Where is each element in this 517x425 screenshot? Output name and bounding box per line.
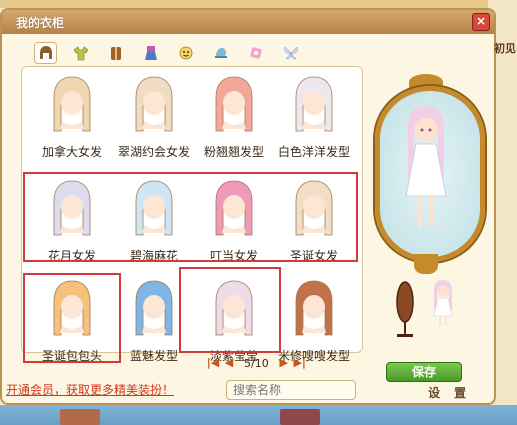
- highlight-box: [23, 273, 121, 363]
- game-background-bottom: [0, 405, 517, 425]
- tab-hair[interactable]: [34, 42, 57, 64]
- hair-item-label: 白色洋洋发型: [277, 145, 350, 159]
- avatar-preview: [405, 106, 447, 228]
- mirror-stand-icon: [396, 281, 414, 337]
- tab-coats[interactable]: [104, 42, 127, 64]
- hair-thumbnail: [295, 76, 333, 132]
- highlight-box: [23, 172, 358, 262]
- page-indicator: 5/10: [244, 356, 269, 370]
- house-decoration: [280, 409, 320, 425]
- tab-wings[interactable]: [279, 42, 302, 64]
- tab-tops[interactable]: [69, 42, 92, 64]
- close-icon: ×: [475, 14, 487, 28]
- shirt-icon: [73, 46, 88, 61]
- hair-item-label: 粉翘翘发型: [203, 145, 264, 159]
- hair-item[interactable]: 白色洋洋发型: [270, 71, 358, 159]
- wardrobe-window: 我的衣柜 × 加拿大女发 翠湖约会女发 粉翘翘发型 白色洋洋发型 花月女发 碧海…: [0, 8, 496, 405]
- item-grid-panel: 加拿大女发 翠湖约会女发 粉翘翘发型 白色洋洋发型 花月女发 碧海麻花 叮当女发 圣诞女发 圣诞…: [21, 66, 363, 363]
- hair-thumbnail: [215, 76, 253, 132]
- face-icon: [179, 46, 192, 60]
- hair-item[interactable]: 粉翘翘发型: [190, 71, 278, 159]
- hair-thumbnail: [135, 280, 173, 336]
- window-title: 我的衣柜: [16, 16, 65, 30]
- next-page-button[interactable]: ▶: [277, 357, 291, 369]
- hat-icon: [214, 48, 227, 58]
- hair-item-label: 加拿大女发: [41, 145, 102, 159]
- tab-faces[interactable]: [174, 42, 197, 64]
- hair-thumbnail: [295, 280, 333, 336]
- tab-dresses[interactable]: [139, 42, 162, 64]
- game-background-top: [0, 0, 517, 8]
- house-decoration: [60, 409, 100, 425]
- hair-icon: [39, 46, 52, 59]
- vip-promo-link[interactable]: 开通会员，获取更多精美装扮！: [6, 381, 174, 398]
- tab-accessories[interactable]: [244, 42, 267, 64]
- hair-thumbnail: [53, 76, 91, 132]
- wings-icon: [283, 46, 298, 60]
- close-button[interactable]: ×: [472, 13, 490, 31]
- dress-icon: [144, 46, 157, 60]
- mini-avatar: [433, 280, 453, 326]
- coat-icon: [110, 47, 121, 60]
- category-tabs: [34, 42, 314, 64]
- highlight-box: [179, 267, 281, 353]
- last-page-button[interactable]: ▶|: [293, 357, 307, 369]
- hair-item-label: 翠湖约会女发: [117, 145, 190, 159]
- side-panel-title: 初见: [494, 42, 516, 55]
- tab-hats[interactable]: [209, 42, 232, 64]
- hair-item[interactable]: 翠湖约会女发: [110, 71, 198, 159]
- title-bar[interactable]: 我的衣柜 ×: [2, 10, 494, 34]
- accessory-icon: [249, 47, 262, 59]
- settings-button[interactable]: 设置: [428, 384, 480, 401]
- pager: |◀ ◀ 5/10 ▶ ▶|: [206, 355, 307, 371]
- mirror-base: [414, 254, 438, 274]
- hair-thumbnail: [135, 76, 173, 132]
- hair-item[interactable]: 米修嗖嗖发型: [270, 275, 358, 363]
- hair-item[interactable]: 加拿大女发: [28, 71, 116, 159]
- save-button[interactable]: 保存: [386, 362, 462, 382]
- prev-page-button[interactable]: ◀: [222, 357, 236, 369]
- first-page-button[interactable]: |◀: [206, 357, 220, 369]
- search-input[interactable]: [226, 380, 356, 400]
